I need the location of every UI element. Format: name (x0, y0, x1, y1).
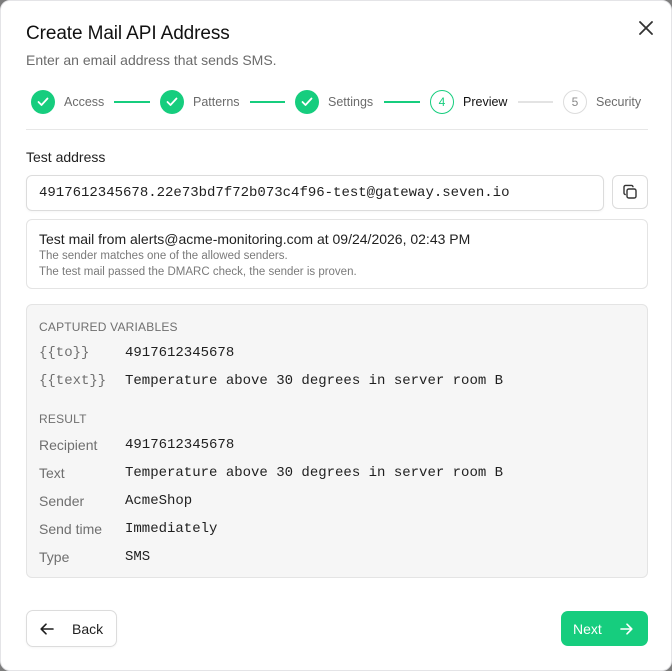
create-mail-api-address-dialog: Create Mail API Address Enter an email a… (0, 0, 672, 671)
step-connector (518, 101, 553, 103)
result-key: Recipient (39, 437, 98, 453)
step-patterns[interactable]: Patterns (160, 89, 240, 115)
copy-icon (623, 184, 637, 199)
close-icon (639, 21, 653, 35)
result-key: Send time (39, 521, 103, 537)
arrow-left-icon (40, 622, 54, 635)
step-complete-check (31, 90, 55, 114)
step-label: Preview (463, 95, 508, 109)
divider (26, 129, 648, 130)
step-preview[interactable]: 4 Preview (430, 89, 507, 115)
back-button-label: Back (72, 620, 104, 637)
step-settings[interactable]: Settings (295, 89, 373, 115)
test-mail-headline: Test mail from alerts@acme-monitoring.co… (39, 231, 471, 247)
result-value: Temperature above 30 degrees in server r… (125, 465, 504, 481)
variable-row: {{to}} 4917612345678 (39, 344, 234, 362)
result-row: Text Temperature above 30 degrees in ser… (39, 464, 503, 482)
dialog-title: Create Mail API Address (26, 23, 230, 44)
result-value: SMS (125, 549, 151, 565)
preview-panel: CAPTURED VARIABLES {{to}} 4917612345678 … (26, 304, 648, 578)
variable-key: {{text}} (39, 373, 107, 389)
step-label: Patterns (193, 95, 240, 109)
copy-address-button[interactable] (612, 175, 648, 209)
close-button[interactable] (635, 17, 657, 39)
check-icon (301, 97, 313, 106)
step-access[interactable]: Access (31, 89, 104, 115)
variable-row: {{text}} Temperature above 30 degrees in… (39, 372, 503, 390)
step-security[interactable]: 5 Security (563, 89, 641, 115)
dmarc-note: The test mail passed the DMARC check, th… (39, 266, 357, 278)
step-label: Settings (328, 95, 374, 109)
stepper: Access Patterns Settings 4 Preview 5 Sec… (31, 89, 646, 115)
step-connector (384, 101, 420, 103)
arrow-right-icon (619, 622, 633, 635)
result-row: Send time Immediately (39, 520, 217, 538)
step-label: Security (596, 95, 642, 109)
dialog-subtitle: Enter an email address that sends SMS. (26, 52, 277, 68)
test-mail-status: Test mail from alerts@acme-monitoring.co… (26, 219, 648, 289)
check-icon (37, 97, 49, 106)
back-button[interactable]: Back (26, 610, 117, 647)
result-key: Type (39, 549, 70, 565)
sender-match-note: The sender matches one of the allowed se… (39, 250, 288, 262)
next-button[interactable]: Next (561, 611, 648, 646)
result-row: Type SMS (39, 548, 150, 566)
step-complete-check (160, 90, 184, 114)
step-label: Access (64, 95, 105, 109)
variable-value: Temperature above 30 degrees in server r… (125, 373, 504, 389)
next-button-label: Next (573, 620, 602, 637)
variable-value: 4917612345678 (125, 345, 235, 361)
step-complete-check (295, 90, 319, 114)
result-key: Sender (39, 493, 85, 509)
test-address-field[interactable]: 4917612345678.22e73bd7f72b073c4f96-test@… (26, 175, 604, 211)
step-connector (250, 101, 285, 103)
step-number: 4 (430, 90, 454, 114)
result-title: RESULT (39, 412, 87, 426)
captured-variables-title: CAPTURED VARIABLES (39, 320, 178, 334)
result-row: Recipient 4917612345678 (39, 436, 234, 454)
test-address-label: Test address (26, 149, 106, 165)
result-value: 4917612345678 (125, 437, 235, 453)
step-number: 5 (563, 90, 587, 114)
variable-key: {{to}} (39, 345, 90, 361)
result-row: Sender AcmeShop (39, 492, 192, 510)
result-key: Text (39, 465, 65, 481)
check-icon (166, 97, 178, 106)
result-value: Immediately (125, 521, 218, 537)
result-value: AcmeShop (125, 493, 193, 509)
step-connector (114, 101, 150, 103)
